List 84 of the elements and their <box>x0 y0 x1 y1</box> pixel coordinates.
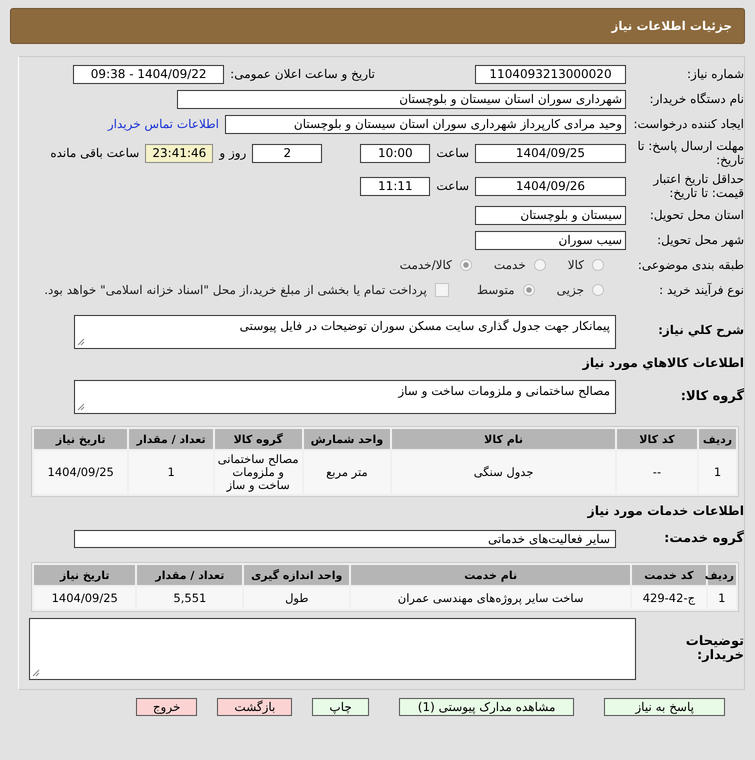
time-label: ساعت <box>436 146 469 160</box>
field-label: حداقل تاریخ اعتبار قیمت: تا تاریخ: <box>652 172 744 200</box>
deadline-date-field: 1404/09/25 <box>475 144 626 162</box>
radio-button[interactable] <box>592 259 604 271</box>
table-cell: مصالح ساختمانی و ملزومات ساخت و ساز <box>214 451 302 494</box>
column-header: کد خدمت <box>632 565 706 585</box>
buyer-field: شهرداری سوران استان سیستان و بلوچستان <box>177 90 626 108</box>
field-label: نام دستگاه خریدار: <box>648 92 744 106</box>
field-label: شماره نیاز: <box>686 67 744 81</box>
radio-label: خدمت <box>494 258 526 272</box>
radio-label: کالا <box>568 258 584 272</box>
radio-label: متوسط <box>476 283 515 297</box>
field-label: شهر محل تحویل: <box>656 233 744 247</box>
description-field: پیمانکار جهت جدول گذاری سایت مسکن سوران توضیحات در فایل پیوستی <box>74 315 616 349</box>
days-label: روز و <box>219 146 246 160</box>
radio-button[interactable] <box>592 284 604 296</box>
field-label: استان محل تحویل: <box>648 208 744 222</box>
table-cell: 1404/09/25 <box>34 451 128 494</box>
need-number-field: 1104093213000020 <box>475 64 626 84</box>
column-header: ردیف <box>708 565 736 585</box>
section-heading: اطلاعات کالاهاي مورد نياز <box>581 355 744 370</box>
contact-link[interactable]: اطلاعات تماس خریدار <box>108 117 219 131</box>
column-header: تعداد / مقدار <box>129 429 213 449</box>
creator-field: وحید مرادی کارپرداز شهرداری سوران استان سیستان و بلوچستان <box>225 114 626 134</box>
field-label: مهلت ارسال پاسخ: تا تاریخ: <box>636 139 744 167</box>
deadline-time-field: 10:00 <box>360 144 430 162</box>
action-button[interactable]: چاپ <box>312 698 369 716</box>
radio-button[interactable] <box>460 259 472 271</box>
action-button[interactable]: مشاهده مدارک پیوستی (1) <box>398 698 574 716</box>
field-label: گروه خدمت: <box>663 532 744 546</box>
announce-date-field: 1404/09/22 - 09:38 <box>73 64 224 84</box>
radio-button[interactable] <box>522 284 535 296</box>
table-cell: ج-42-429 <box>632 587 706 609</box>
table-cell: ساخت سایر پروژه‌های مهندسی عمران <box>351 587 630 609</box>
validity-date-field: 1404/09/26 <box>475 176 626 196</box>
field-label: گروه کالا: <box>680 390 744 404</box>
table-cell: طول <box>244 587 350 609</box>
radio-label: جزیی <box>556 283 584 297</box>
action-button[interactable]: پاسخ به نیاز <box>604 698 725 716</box>
column-header: تعداد / مقدار <box>137 565 242 585</box>
resize-grip-icon[interactable] <box>77 338 85 346</box>
table-cell: 1 <box>699 451 736 494</box>
table-cell: -- <box>616 451 697 494</box>
field-label: شرح کلي نياز: <box>657 322 744 337</box>
column-header: نام خدمت <box>351 565 630 585</box>
action-button[interactable]: خروج <box>136 698 198 716</box>
validity-time-field: 11:11 <box>360 176 430 196</box>
table-cell: 1 <box>129 451 213 494</box>
table-cell: 5,551 <box>137 587 242 609</box>
checkbox-label: پرداخت تمام یا بخشی از مبلغ خرید،از محل "اسناد خزانه اسلامی" خواهد بود. <box>44 283 427 297</box>
action-button[interactable]: بازگشت <box>217 698 292 716</box>
column-header: تاریخ نیاز <box>34 429 128 449</box>
column-header: گروه کالا <box>214 429 302 449</box>
field-label: ایجاد کننده درخواست: <box>632 117 744 131</box>
table-cell: متر مربع <box>304 451 390 494</box>
time-label: ساعت <box>436 179 469 193</box>
table-cell: 1 <box>708 587 736 609</box>
column-header: ردیف <box>699 429 736 449</box>
city-field: سیب سوران <box>475 230 626 250</box>
service-group-field: سایر فعالیت‌های خدماتی <box>74 530 616 548</box>
resize-grip-icon[interactable] <box>77 403 85 411</box>
field-label: توضیحات خریدار: <box>684 635 744 663</box>
checkbox[interactable] <box>434 283 449 297</box>
column-header: تاریخ نیاز <box>34 565 136 585</box>
province-field: سیستان و بلوچستان <box>475 206 626 224</box>
table-cell: جدول سنگی <box>392 451 615 494</box>
goods-group-field: مصالح ساختمانی و ملزومات ساخت و ساز <box>74 380 616 414</box>
section-heading: اطلاعات خدمات مورد نیاز <box>586 503 744 518</box>
column-header: واحد اندازه گیری <box>244 565 350 585</box>
remaining-label: ساعت باقی مانده <box>50 146 140 160</box>
table-cell: 1404/09/25 <box>34 587 136 609</box>
page-title: جزئیات اطلاعات نیاز <box>611 19 732 33</box>
field-label: تاریخ و ساعت اعلان عمومی: <box>230 67 375 81</box>
field-label: طبقه بندی موضوعی: <box>636 258 744 272</box>
resize-grip-icon[interactable] <box>32 669 40 677</box>
column-header: واحد شمارش <box>304 429 390 449</box>
field-label: نوع فرآیند خرید : <box>658 283 744 297</box>
column-header: کد کالا <box>616 429 697 449</box>
buyer-notes-field[interactable] <box>29 618 636 680</box>
remaining-time-field: 23:41:46 <box>145 144 214 162</box>
radio-button[interactable] <box>534 259 546 271</box>
column-header: نام کالا <box>392 429 615 449</box>
radio-label: کالا/خدمت <box>400 258 452 272</box>
days-field: 2 <box>252 144 322 162</box>
